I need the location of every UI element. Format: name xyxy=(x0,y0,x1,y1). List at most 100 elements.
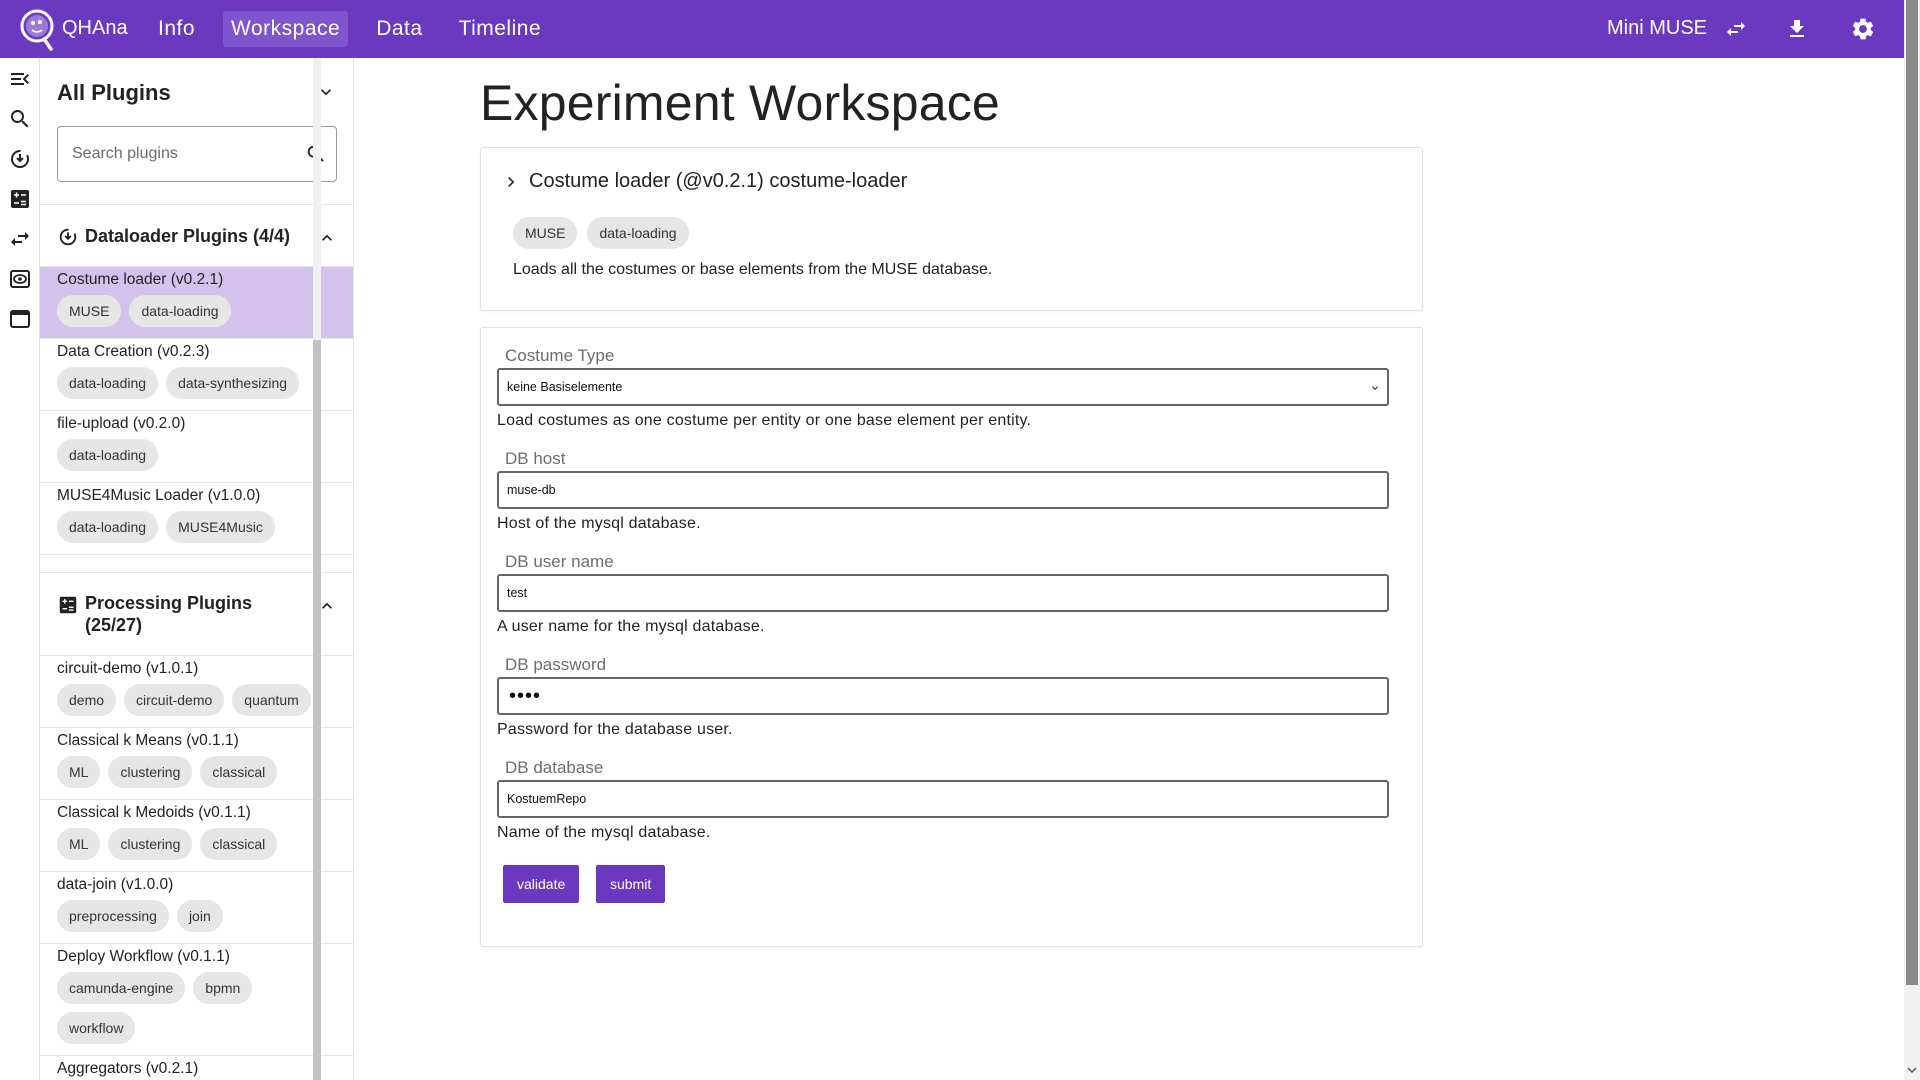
plugin-name: Deploy Workflow (v0.1.1) xyxy=(57,948,230,965)
chevron-down-icon xyxy=(1372,386,1378,390)
submit-button[interactable]: submit xyxy=(596,865,666,903)
db-user-label: DB user name xyxy=(505,552,614,571)
group-header-processing[interactable]: Processing Plugins (25/27) xyxy=(57,592,252,636)
db-password-input[interactable]: •••• xyxy=(497,677,1389,715)
swap-icon[interactable] xyxy=(8,227,32,251)
sidebar-scrollbar-thumb[interactable] xyxy=(313,340,321,1080)
chevron-right-icon[interactable] xyxy=(501,172,521,192)
swap-icon[interactable] xyxy=(1724,17,1748,41)
db-password-help: Password for the database user. xyxy=(497,721,733,738)
tag-chip: data-synthesizing xyxy=(166,367,300,399)
plugin-name: MUSE4Music Loader (v1.0.0) xyxy=(57,487,261,504)
costume-type-select[interactable]: keine Basiselemente xyxy=(497,368,1389,406)
db-password-label: DB password xyxy=(505,655,607,674)
costume-type-label: Costume Type xyxy=(505,346,615,365)
tag-chip: data-loading xyxy=(57,511,159,543)
plugin-name: file-upload (v0.2.0) xyxy=(57,415,186,432)
tag-chip: demo xyxy=(57,684,117,716)
db-host-help: Host of the mysql database. xyxy=(497,515,701,532)
icon-rail xyxy=(0,58,40,1080)
nav-workspace[interactable]: Workspace xyxy=(223,11,349,47)
plugin-search-input[interactable] xyxy=(72,127,292,181)
plugin-item-classical-k-medoids[interactable]: Classical k Medoids (v0.1.1) ML clusteri… xyxy=(40,800,353,872)
tag-chip: MUSE xyxy=(513,217,578,249)
main-nav: Info Workspace Data Timeline xyxy=(150,11,549,47)
qhana-logo-icon[interactable] xyxy=(18,5,58,53)
tag-chip: data-loading xyxy=(57,439,159,471)
nav-info[interactable]: Info xyxy=(150,11,203,47)
tag-chip: classical xyxy=(200,756,278,788)
nav-data[interactable]: Data xyxy=(368,11,430,47)
page-title: Experiment Workspace xyxy=(480,75,1000,131)
validate-button[interactable]: validate xyxy=(503,865,580,903)
tag-chip: data-loading xyxy=(57,367,159,399)
plugin-item-circuit-demo[interactable]: circuit-demo (v1.0.1) demo circuit-demo … xyxy=(40,656,353,728)
tag-chip: data-loading xyxy=(587,217,689,249)
backend-name[interactable]: Mini MUSE xyxy=(1607,17,1707,40)
plugin-name: Data Creation (v0.2.3) xyxy=(57,343,210,360)
dataloader-icon[interactable] xyxy=(8,147,32,171)
db-database-label: DB database xyxy=(505,758,604,777)
dataloader-icon xyxy=(59,228,77,246)
tag-chip: data-loading xyxy=(129,295,231,327)
download-icon[interactable] xyxy=(1785,17,1809,41)
plugin-item-costume-loader[interactable]: Costume loader (v0.2.1) MUSE data-loadin… xyxy=(40,267,353,339)
tag-chip: ML xyxy=(57,756,101,788)
db-user-input[interactable] xyxy=(497,574,1389,612)
calculator-icon[interactable] xyxy=(8,187,32,211)
eye-icon[interactable] xyxy=(8,267,32,291)
tag-chip: MUSE xyxy=(57,295,122,327)
tag-chip: ML xyxy=(57,828,101,860)
divider xyxy=(40,204,353,205)
tag-chip: clustering xyxy=(108,828,193,860)
collapse-sidebar-icon[interactable] xyxy=(8,67,32,91)
db-database-input[interactable] xyxy=(497,780,1389,818)
plugin-item-aggregators[interactable]: Aggregators (v0.2.1) xyxy=(40,1056,353,1080)
plugin-item-data-creation[interactable]: Data Creation (v0.2.3) data-loading data… xyxy=(40,339,353,411)
db-host-label: DB host xyxy=(505,449,566,468)
plugin-sidebar: All Plugins Dataloader Plugins (4/4) Cos… xyxy=(40,58,354,1080)
plugin-item-file-upload[interactable]: file-upload (v0.2.0) data-loading xyxy=(40,411,353,483)
group-title-processing: Processing Plugins xyxy=(85,593,253,613)
costume-type-value: keine Basiselemente xyxy=(507,380,623,394)
password-dots: •••• xyxy=(509,685,542,707)
tag-chip: MUSE4Music xyxy=(166,511,275,543)
plugin-name: Classical k Medoids (v0.1.1) xyxy=(57,804,251,821)
tag-chip: workflow xyxy=(57,1012,136,1044)
tag-chip: preprocessing xyxy=(57,900,169,932)
plugin-name: Classical k Means (v0.1.1) xyxy=(57,732,239,749)
tag-chip: clustering xyxy=(108,756,193,788)
calculator-icon xyxy=(59,596,77,614)
gear-icon[interactable] xyxy=(1850,16,1876,42)
group-title-processing-count: (25/27) xyxy=(85,615,143,635)
db-database-help: Name of the mysql database. xyxy=(497,824,711,841)
plugin-description: Loads all the costumes or base elements … xyxy=(513,261,993,278)
plugin-item-data-join[interactable]: data-join (v1.0.0) preprocessing join xyxy=(40,872,353,944)
scroll-down-arrow-icon[interactable] xyxy=(1906,1064,1918,1076)
plugin-form-card: Costume Type keine Basiselemente Load co… xyxy=(480,327,1423,947)
plugin-info-card: Costume loader (@v0.2.1) costume-loader … xyxy=(480,147,1423,311)
nav-timeline[interactable]: Timeline xyxy=(451,11,550,47)
group-header-dataloader[interactable]: Dataloader Plugins (4/4) xyxy=(57,226,290,248)
tag-chip: join xyxy=(176,900,223,932)
plugin-name: data-join (v1.0.0) xyxy=(57,876,174,893)
search-icon[interactable] xyxy=(8,107,32,131)
plugin-item-muse4music-loader[interactable]: MUSE4Music Loader (v1.0.0) data-loading … xyxy=(40,483,353,555)
window-icon[interactable] xyxy=(8,307,32,331)
tag-chip: quantum xyxy=(232,684,311,716)
db-host-input[interactable] xyxy=(497,471,1389,509)
tag-chip: circuit-demo xyxy=(124,684,225,716)
plugin-name: Costume loader (v0.2.1) xyxy=(57,271,224,288)
sidebar-title: All Plugins xyxy=(57,80,171,105)
plugin-item-deploy-workflow[interactable]: Deploy Workflow (v0.1.1) camunda-engine … xyxy=(40,944,353,1056)
group-title-dataloader: Dataloader Plugins (4/4) xyxy=(85,226,291,246)
app-name[interactable]: QHAna xyxy=(62,17,128,40)
plugin-search-box xyxy=(57,126,337,182)
page-scrollbar-thumb[interactable] xyxy=(1906,0,1918,985)
divider xyxy=(40,572,353,573)
plugin-card-title[interactable]: Costume loader (@v0.2.1) costume-loader xyxy=(529,170,907,193)
plugin-item-classical-k-means[interactable]: Classical k Means (v0.1.1) ML clustering… xyxy=(40,728,353,800)
tag-chip: camunda-engine xyxy=(57,972,186,1004)
plugin-name: Aggregators (v0.2.1) xyxy=(57,1060,199,1077)
top-app-bar: QHAna Info Workspace Data Timeline Mini … xyxy=(0,0,1904,58)
